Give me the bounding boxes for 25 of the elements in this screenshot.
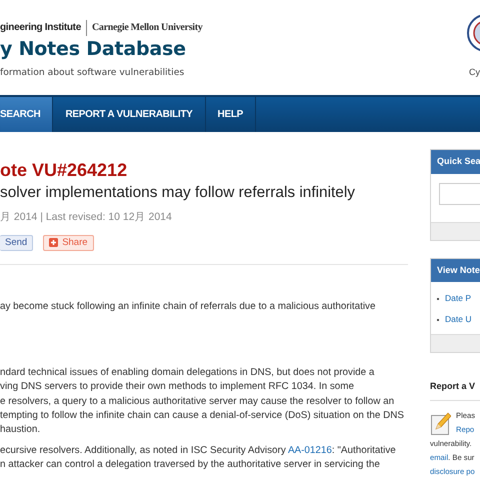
site-tagline: formation about software vulnerabilities	[0, 66, 184, 80]
institute-name: gineering Institute	[0, 21, 81, 35]
share-button[interactable]: Share	[43, 234, 94, 251]
note-id-title: ote VU#264212	[0, 160, 128, 182]
panel-title: View Note	[431, 258, 480, 282]
note-headline: solver implementations may follow referrals infinitely	[0, 184, 356, 202]
nav-tab[interactable]: SEARCH	[0, 97, 54, 132]
nav-tab[interactable]: HELP	[206, 97, 256, 132]
university-name: Carnegie Mellon University	[92, 21, 202, 35]
paragraph: ay become stuck following an infinite chain of referrals due to a malicious authoritative	[0, 300, 376, 314]
seal-icon	[467, 14, 480, 52]
link[interactable]: AA-01216	[288, 444, 332, 456]
sort-link[interactable]: Date U	[445, 309, 472, 330]
nav-tab[interactable]: REPORT A VULNERABILITY	[53, 97, 206, 132]
site-title: y Notes Database	[0, 40, 187, 59]
paragraph: ndard technical issues of enabling domain delegations in DNS, but does not provide a ving DNS servers to provide their own methods to implement RFC 1034. In some e resolvers, a query to a malicious authoritative server may cause the resolver to follow an tempting to follow the infinite chain can cause a denial-of-service (DoS) situation on the DNS haustion.	[0, 366, 405, 438]
plus-icon	[49, 238, 58, 248]
search-field[interactable]	[439, 182, 480, 204]
paragraph: ecursive resolvers. Additionally, as noted in ISC Security Advisory AA-01216: "Authoritative n attacker can control a delegation traversed by the authoritative server in servicing the	[0, 444, 397, 472]
pencil-icon	[431, 410, 451, 434]
sort-link[interactable]: Date P	[445, 288, 471, 309]
section-title: Report a V	[430, 380, 476, 393]
note-dates: 月 2014 | Last revised: 10 12月 2014	[0, 210, 173, 226]
send-button[interactable]: Send	[0, 234, 34, 251]
partner-caption: Cy	[469, 66, 480, 79]
